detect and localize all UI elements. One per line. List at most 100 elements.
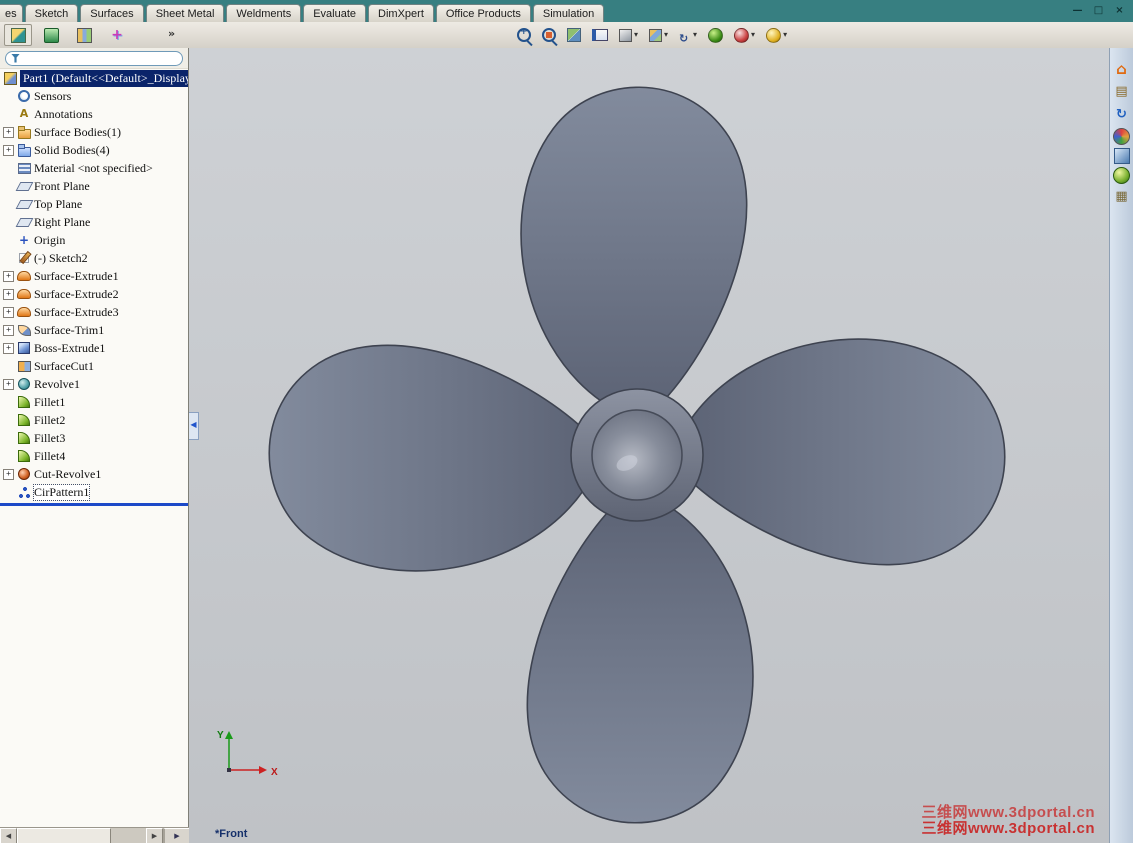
panel-tabs-overflow-chevron[interactable]: » [168, 27, 175, 40]
tree-item-front-plane[interactable]: + Front Plane [0, 177, 188, 195]
home-icon[interactable] [1112, 59, 1132, 79]
tree-item-boss-extrude1[interactable]: + Boss-Extrude1 [0, 339, 188, 357]
view-orientation-button[interactable]: ▾ [647, 24, 670, 46]
tree-item-material-not-specified[interactable]: + Material <not specified> [0, 159, 188, 177]
scenes-icon[interactable] [1113, 167, 1130, 184]
view-palette-icon[interactable] [1113, 128, 1130, 145]
propeller-blade-top[interactable] [520, 86, 748, 412]
expand-toggle[interactable]: + [3, 342, 14, 354]
scrollbar-thumb[interactable] [17, 828, 111, 843]
tree-item-label: Fillet3 [34, 430, 66, 445]
tree-item-revolve1[interactable]: + Revolve1 [0, 375, 188, 393]
heads-up-view-toolbar: ▾ ▾ ▾ ▾ ▾ [515, 24, 789, 46]
tree-item-fillet4[interactable]: + Fillet4 [0, 447, 188, 465]
edit-appearance-button[interactable] [706, 24, 725, 46]
tree-item-surface-trim1[interactable]: + Surface-Trim1 [0, 321, 188, 339]
tree-filter-input[interactable] [5, 50, 183, 66]
tab-sketch[interactable]: Sketch [24, 4, 79, 22]
tab-label: Sheet Metal [155, 8, 215, 20]
close-button[interactable]: × [1111, 3, 1128, 18]
file-explorer-icon[interactable] [1112, 105, 1132, 125]
folder-surf-icon [17, 125, 31, 139]
graphics-area[interactable]: Y X *Front 三维网www.3dportal.cn 三维网www.3dp… [189, 48, 1109, 843]
tab-sheet-metal[interactable]: Sheet Metal [145, 4, 225, 22]
tree-item-surface-bodies-1[interactable]: + Surface Bodies(1) [0, 123, 188, 141]
configurationmanager-tab[interactable] [70, 24, 98, 46]
tree-item-surface-extrude1[interactable]: + Surface-Extrude1 [0, 267, 188, 285]
tree-item-fillet2[interactable]: + Fillet2 [0, 411, 188, 429]
command-tab-bar: es Sketch Surfaces Sheet Metal Weldments Eval… [0, 0, 1133, 22]
tree-item-annotations[interactable]: + Annotations [0, 105, 188, 123]
zoom-to-fit-button[interactable] [540, 24, 558, 46]
expand-toggle[interactable]: + [3, 126, 14, 138]
minimize-button[interactable]: — [1069, 3, 1086, 18]
rotate-view-button[interactable]: ▾ [677, 24, 699, 46]
tree-item-top-plane[interactable]: + Top Plane [0, 195, 188, 213]
tree-item-fillet3[interactable]: + Fillet3 [0, 429, 188, 447]
featuremanager-design-tree-tab[interactable] [4, 24, 32, 46]
dropdown-caret-icon[interactable]: ▾ [751, 31, 755, 39]
dropdown-caret-icon[interactable]: ▾ [693, 31, 697, 39]
section-view-button[interactable] [565, 24, 583, 46]
tab-weldments[interactable]: Weldments [226, 4, 302, 22]
panel-collapse-arrow[interactable]: ◀ [189, 412, 199, 440]
restore-button[interactable]: □ [1090, 3, 1107, 18]
expand-toggle[interactable]: + [3, 324, 14, 336]
panel-corner-button[interactable]: ▶ [163, 828, 189, 843]
tree-horizontal-scrollbar[interactable]: ◀ ▶ ▶ [0, 827, 189, 843]
propeller-blade-left[interactable] [268, 344, 594, 572]
hide-show-items-button[interactable] [590, 24, 610, 46]
tree-item-part1-root[interactable]: Part1 (Default<<Default>_Display [0, 69, 188, 87]
tree-item-surfacecut1[interactable]: + SurfaceCut1 [0, 357, 188, 375]
design-library-icon[interactable] [1112, 82, 1132, 102]
display-style-button[interactable]: ▾ [617, 24, 640, 46]
propeller-hub-dome[interactable] [591, 409, 683, 501]
tree-item-fillet1[interactable]: + Fillet1 [0, 393, 188, 411]
tab-dimxpert[interactable]: DimXpert [368, 4, 434, 22]
expand-toggle[interactable]: + [3, 144, 14, 156]
dropdown-caret-icon[interactable]: ▾ [783, 31, 787, 39]
tree-item-solid-bodies-4[interactable]: + Solid Bodies(4) [0, 141, 188, 159]
tree-item-origin[interactable]: + Origin [0, 231, 188, 249]
zoom-to-area-button[interactable] [515, 24, 533, 46]
tree-item-cirpattern1[interactable]: + CirPattern1 [0, 483, 188, 501]
tree-item-label: (-) Sketch2 [34, 250, 88, 265]
propertymanager-tab[interactable] [37, 24, 65, 46]
tab-surfaces[interactable]: Surfaces [80, 4, 144, 22]
tree-item-surface-extrude2[interactable]: + Surface-Extrude2 [0, 285, 188, 303]
propeller-blade-bottom[interactable] [526, 498, 754, 824]
scrollbar-track[interactable] [17, 828, 146, 843]
scroll-right-button[interactable]: ▶ [146, 828, 163, 843]
expand-toggle[interactable]: + [3, 378, 14, 390]
tab-simulation[interactable]: Simulation [532, 4, 605, 22]
tab-label: DimXpert [378, 8, 424, 20]
tree-item-surface-extrude3[interactable]: + Surface-Extrude3 [0, 303, 188, 321]
expand-toggle[interactable]: + [3, 306, 14, 318]
dropdown-caret-icon[interactable]: ▾ [664, 31, 668, 39]
dropdown-caret-icon[interactable]: ▾ [634, 31, 638, 39]
rollback-bar[interactable] [0, 503, 188, 506]
propeller-blade-right[interactable] [680, 338, 1006, 566]
custom-properties-icon[interactable] [1112, 187, 1132, 207]
view-orientation-label: *Front [215, 828, 248, 840]
appearances-icon[interactable] [1113, 148, 1130, 164]
expand-toggle[interactable]: + [3, 468, 14, 480]
expand-toggle[interactable]: + [3, 270, 14, 282]
tree-item-sensors[interactable]: + Sensors [0, 87, 188, 105]
dimxpertmanager-tab[interactable] [103, 24, 131, 46]
tree-item-cut-revolve1[interactable]: + Cut-Revolve1 [0, 465, 188, 483]
tab-evaluate[interactable]: Evaluate [303, 4, 367, 22]
view-orientation-icon [649, 28, 663, 42]
revolve-icon [17, 377, 31, 391]
tree-item-sketch2[interactable]: + (-) Sketch2 [0, 249, 188, 267]
tab-label: es [5, 8, 17, 20]
apply-scene-button[interactable]: ▾ [732, 24, 757, 46]
expand-toggle[interactable]: + [3, 288, 14, 300]
tab-office-products[interactable]: Office Products [435, 4, 531, 22]
tab-es[interactable]: es [0, 4, 23, 22]
view-settings-button[interactable]: ▾ [764, 24, 789, 46]
tree-item-right-plane[interactable]: + Right Plane [0, 213, 188, 231]
surfcut-icon [17, 359, 31, 373]
scroll-left-button[interactable]: ◀ [0, 828, 17, 843]
tab-label: Office Products [445, 8, 521, 20]
